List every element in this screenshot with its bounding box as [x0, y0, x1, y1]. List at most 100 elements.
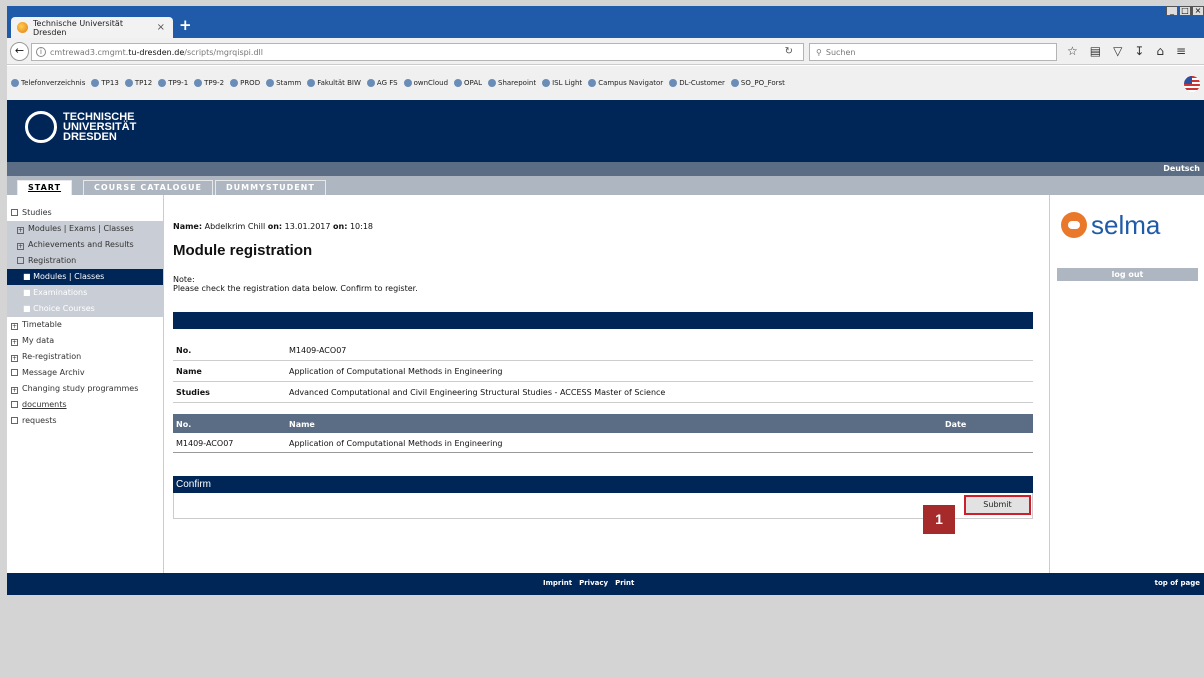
sidebar-item-modules-exams[interactable]: + Modules | Exams | Classes [7, 221, 163, 237]
tab-dummystudent[interactable]: DUMMYSTUDENT [215, 180, 326, 195]
bookmark[interactable]: TP9-1 [158, 79, 188, 87]
url-path: /scripts/mgrqispi.dll [184, 47, 263, 57]
privacy-link[interactable]: Privacy [579, 579, 608, 587]
box-icon [11, 401, 18, 408]
note: Note: Please check the registration data … [173, 275, 418, 293]
bookmark[interactable]: ownCloud [403, 79, 448, 87]
tab-close-icon[interactable]: × [157, 22, 165, 33]
sidebar-item-documents[interactable]: documents [7, 397, 163, 413]
bookmark[interactable]: Campus Navigator [588, 79, 663, 87]
submit-button[interactable]: Submit [964, 495, 1031, 515]
bookmark[interactable]: TP13 [91, 79, 119, 87]
us-flag-icon[interactable] [1184, 76, 1200, 92]
sidebar-item-studies[interactable]: Studies [7, 205, 163, 221]
detail-row: Studies Advanced Computational and Civil … [173, 382, 1033, 403]
bookmark-icon [91, 79, 100, 87]
user-meta: Name: Abdelkrim Chill on: 13.01.2017 on:… [173, 222, 374, 231]
bookmark-icon [454, 79, 463, 87]
browser-tab[interactable]: Technische Universität Dresden × [11, 17, 173, 38]
reload-icon[interactable]: ↻ [785, 46, 793, 57]
back-arrow-icon[interactable]: ← [10, 42, 29, 61]
logo-mark-icon [25, 111, 57, 143]
bookmark[interactable]: PROD [230, 79, 260, 87]
sidebar-item-examinations[interactable]: ■ Examinations [7, 285, 163, 301]
logo-line-3: DRESDEN [63, 131, 117, 143]
box-icon [11, 369, 18, 376]
bookmark[interactable]: Sharepoint [488, 79, 536, 87]
info-icon[interactable]: i [36, 47, 46, 57]
menu-icon[interactable]: ≡ [1176, 44, 1186, 58]
detail-row: Name Application of Computational Methods… [173, 361, 1033, 382]
tab-start[interactable]: START [17, 180, 73, 195]
bookmark[interactable]: Stamm [266, 79, 301, 87]
bookmark[interactable]: DL-Customer [669, 79, 725, 87]
sidebar-item-choice-courses[interactable]: ■ Choice Courses [7, 301, 163, 317]
bookmark-icon [230, 79, 239, 87]
sidebar-item-message-archiv[interactable]: Message Archiv [7, 365, 163, 381]
bookmark[interactable]: Fakultät BIW [307, 79, 361, 87]
bookmark[interactable]: TP9-2 [194, 79, 224, 87]
logout-button[interactable]: log out [1057, 268, 1198, 281]
bookmark-icon [11, 79, 19, 87]
search-input[interactable]: ⚲ Suchen [809, 43, 1057, 61]
print-link[interactable]: Print [615, 579, 634, 587]
bookmark-icon [488, 79, 497, 87]
bookmark[interactable]: Telefonverzeichnis [11, 79, 85, 87]
sidebar-item-achievements[interactable]: + Achievements and Results [7, 237, 163, 253]
download-icon[interactable]: ↧ [1134, 44, 1144, 58]
tu-dresden-logo[interactable]: TECHNISCHE UNIVERSITÄT DRESDEN [25, 111, 136, 143]
section-bar [173, 312, 1033, 329]
expand-box-icon: + [11, 323, 18, 330]
reading-list-icon[interactable]: ▤ [1090, 44, 1101, 58]
sidebar-item-my-data[interactable]: + My data [7, 333, 163, 349]
bookmark-icon [194, 79, 203, 87]
callout-badge: 1 [923, 505, 955, 534]
sidebar-item-modules-classes[interactable]: ■ Modules | Classes [7, 269, 163, 285]
tab-course-catalogue[interactable]: COURSE CATALOGUE [83, 180, 213, 195]
selma-face-icon [1061, 212, 1087, 238]
new-tab-button[interactable]: + [179, 18, 192, 33]
bookmark-icon [307, 79, 316, 87]
web-page: TECHNISCHE UNIVERSITÄT DRESDEN Deutsch STA… [7, 100, 1204, 678]
bookmark[interactable]: SO_PO_Forst [730, 79, 785, 87]
bookmarks-bar: Telefonverzeichnis TP13 TP12 TP9-1 TP9-2… [7, 66, 1204, 100]
sidebar-item-reregistration[interactable]: + Re-registration [7, 349, 163, 365]
tab-title: Technische Universität Dresden [33, 18, 123, 37]
navigation-bar: ← i cmtrewad3.cmgmt. tu-dresden.de/script… [7, 38, 1204, 65]
bookmark-icon [366, 79, 375, 87]
box-icon [11, 417, 18, 424]
site-footer: Imprint Privacy Print top of page [7, 573, 1204, 595]
main-menu: START COURSE CATALOGUE DUMMYSTUDENT [7, 176, 1204, 195]
bookmark[interactable]: TP12 [124, 79, 152, 87]
sidebar-item-registration[interactable]: Registration [7, 253, 163, 269]
url-prefix: cmtrewad3.cmgmt. [50, 47, 129, 57]
toolbar-icons: ☆ ▤ ▽ ↧ ⌂ ≡ [1067, 44, 1186, 58]
close-icon[interactable]: × [1192, 6, 1204, 16]
sidebar-item-timetable[interactable]: + Timetable [7, 317, 163, 333]
minimize-icon[interactable]: _ [1166, 6, 1178, 16]
expand-box-icon: + [17, 243, 24, 250]
bookmark-icon [403, 79, 412, 87]
imprint-link[interactable]: Imprint [543, 579, 572, 587]
top-of-page-link[interactable]: top of page [1155, 579, 1200, 587]
bookmark[interactable]: ISL Light [542, 79, 582, 87]
bookmark-icon [669, 79, 678, 87]
bookmark-icon [266, 79, 275, 87]
sidebar-item-requests[interactable]: requests [7, 413, 163, 429]
home-icon[interactable]: ⌂ [1156, 44, 1164, 58]
star-icon[interactable]: ☆ [1067, 44, 1078, 58]
collapse-box-icon [11, 209, 18, 216]
url-bar[interactable]: i cmtrewad3.cmgmt. tu-dresden.de/scripts/… [31, 43, 804, 61]
restore-icon[interactable]: □ [1179, 6, 1191, 16]
expand-box-icon: + [11, 339, 18, 346]
bookmark[interactable]: OPAL [454, 79, 482, 87]
window-controls: _ □ × [1165, 6, 1204, 16]
bookmark[interactable]: AG FS [366, 79, 398, 87]
table-row: M1409-ACO07 Application of Computational… [173, 433, 1033, 453]
bookmark-icon [542, 79, 551, 87]
sidebar-item-changing[interactable]: + Changing study programmes [7, 381, 163, 397]
language-link[interactable]: Deutsch [1163, 164, 1200, 173]
pocket-icon[interactable]: ▽ [1113, 44, 1122, 58]
right-column: selma log out [1049, 195, 1204, 573]
bookmark-icon [124, 79, 133, 87]
